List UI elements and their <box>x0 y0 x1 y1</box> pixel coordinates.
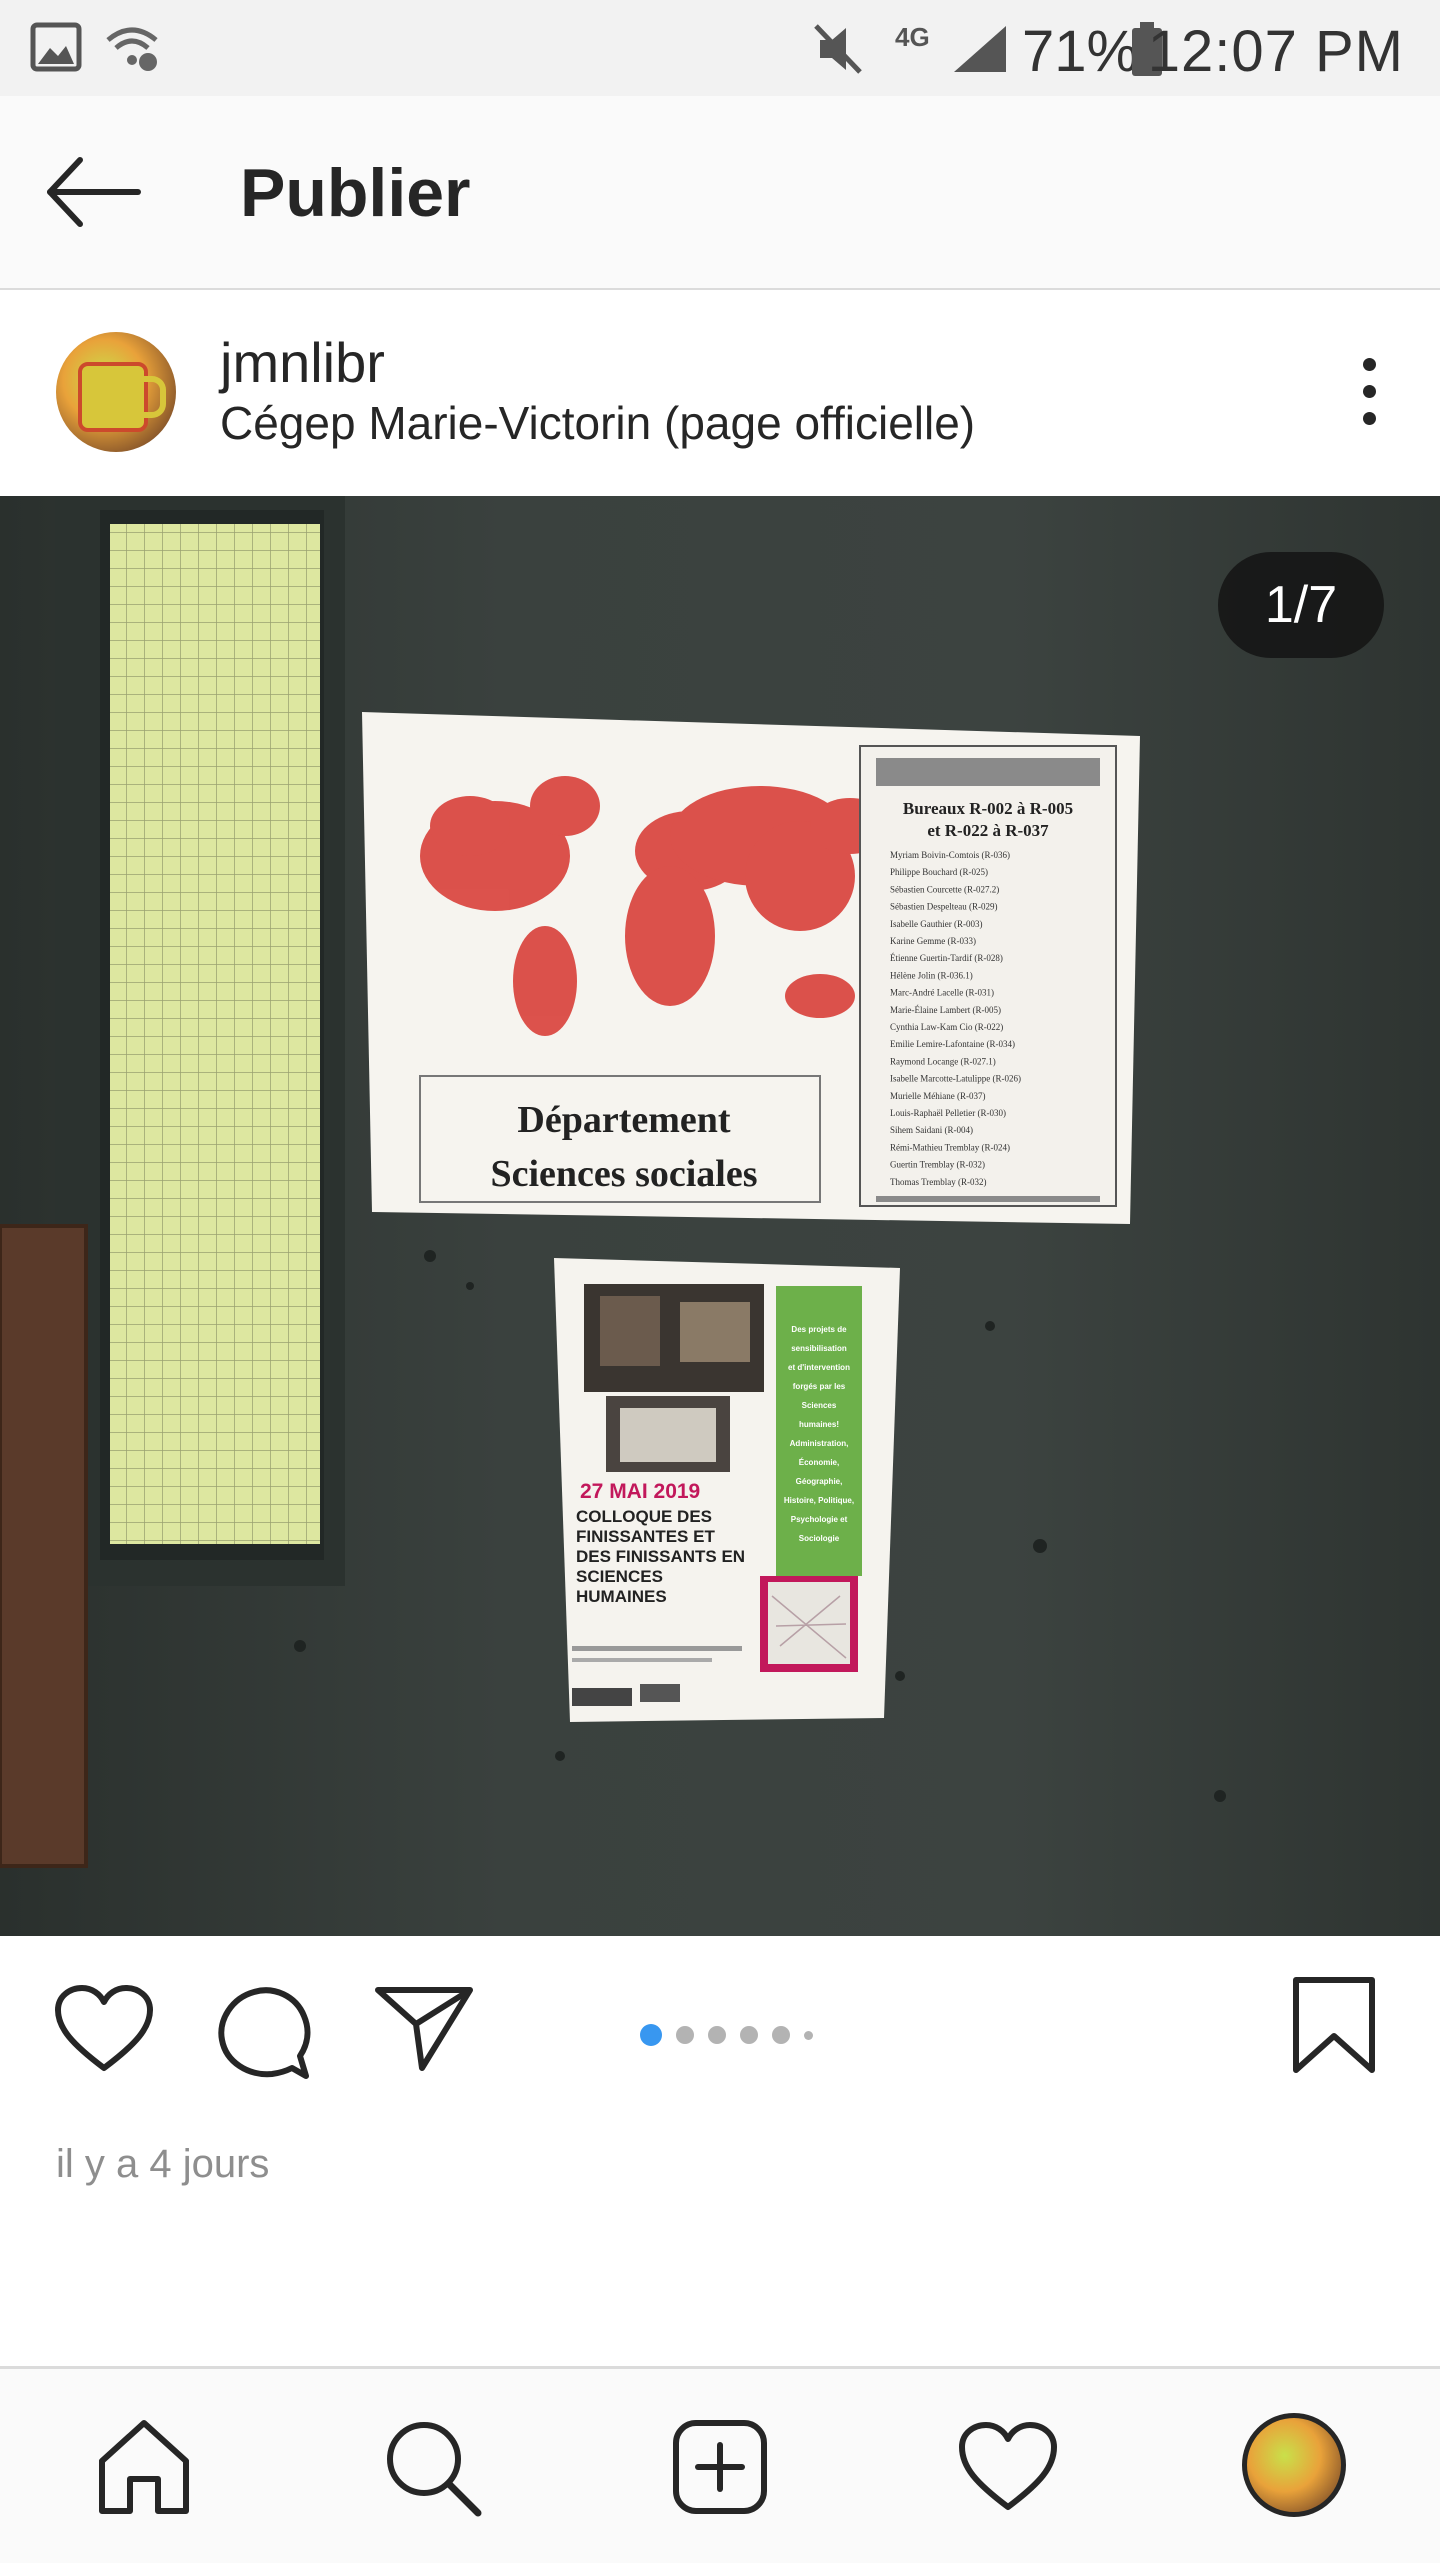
flyer-side-line: Histoire, Politique, <box>784 1496 854 1505</box>
flyer-side-line: Sociologie <box>799 1534 840 1543</box>
bookmark-icon[interactable] <box>1292 1976 1376 2076</box>
post-header: jmnlibr Cégep Marie-Victorin (page offic… <box>0 290 1440 494</box>
flyer-date: 27 MAI 2019 <box>580 1480 700 1503</box>
profile-tab-avatar[interactable] <box>1242 2413 1346 2517</box>
username[interactable]: jmnlibr <box>220 330 385 395</box>
post-actions <box>0 1936 1440 2116</box>
staff-entry: Sihem Saidani (R-004) <box>890 1125 973 1135</box>
door-plate <box>0 1226 86 1866</box>
flyer-side-line: forgés par les <box>793 1382 846 1391</box>
staff-entry: Karine Gemme (R-033) <box>890 936 976 946</box>
flyer-title-line: HUMAINES <box>576 1587 667 1606</box>
staff-entry: Murielle Méhiane (R-037) <box>890 1091 985 1101</box>
flyer-title-line: FINISSANTES ET <box>576 1527 715 1546</box>
staff-entry: Philippe Bouchard (R-025) <box>890 867 988 877</box>
staff-entry: Thomas Tremblay (R-032) <box>890 1177 987 1187</box>
status-time: 12:07 PM <box>1147 19 1404 84</box>
flyer-side-line: Psychologie et <box>791 1515 848 1524</box>
mute-icon <box>814 24 862 74</box>
flyer-side-line: humaines! <box>799 1420 839 1429</box>
staff-entry: Isabelle Gauthier (R-003) <box>890 919 982 929</box>
staff-entry: Hélène Jolin (R-036.1) <box>890 970 973 980</box>
wifi-question-icon <box>106 27 158 71</box>
app-header: Publier <box>0 96 1440 291</box>
search-icon[interactable] <box>380 2415 484 2519</box>
flyer-side-line: Administration, <box>790 1439 849 1448</box>
department-poster: Département Sciences sociales Bureaux R-… <box>362 712 1140 1224</box>
heart-icon[interactable] <box>54 1984 154 2074</box>
door-window <box>110 524 320 1544</box>
flyer-title-line: DES FINISSANTS EN <box>576 1547 745 1566</box>
send-icon[interactable] <box>374 1984 474 2074</box>
page-title: Publier <box>240 155 471 231</box>
staff-entry: Marie-Élaine Lambert (R-005) <box>890 1005 1001 1015</box>
photo-illustration: Département Sciences sociales Bureaux R-… <box>0 496 1226 1868</box>
staff-entry: Sébastien Courcette (R-027.2) <box>890 884 999 894</box>
poster-title-line2: Sciences sociales <box>490 1153 757 1195</box>
staff-entry: Marc-André Lacelle (R-031) <box>890 988 994 998</box>
flyer-side-line: Des projets de <box>791 1325 847 1334</box>
location[interactable]: Cégep Marie-Victorin (page officielle) <box>220 396 975 450</box>
activity-heart-icon[interactable] <box>956 2415 1060 2519</box>
more-vertical-icon[interactable] <box>1354 358 1384 438</box>
flyer-title-line: COLLOQUE DES <box>576 1507 712 1526</box>
office-heading-line2: et R-022 à R-037 <box>927 821 1049 840</box>
post-photo[interactable]: Département Sciences sociales Bureaux R-… <box>0 496 1440 1936</box>
post-timestamp: il y a 4 jours <box>56 2142 270 2186</box>
flyer-side-line: sensibilisation <box>791 1344 847 1353</box>
home-icon[interactable] <box>92 2415 196 2519</box>
staff-entry: Sébastien Despelteau (R-029) <box>890 902 997 912</box>
staff-entry: Raymond Locange (R-027.1) <box>890 1056 996 1066</box>
signal-icon <box>954 26 1006 72</box>
staff-entry: Isabelle Marcotte-Latulippe (R-026) <box>890 1074 1021 1084</box>
bottom-nav <box>0 2366 1440 2563</box>
flyer-side-line: Géographie, <box>796 1477 843 1486</box>
flyer-title-line: SCIENCES <box>576 1567 663 1586</box>
flyer-side-line: et d'intervention <box>788 1363 850 1372</box>
staff-entry: Myriam Boivin-Comtois (R-036) <box>890 850 1010 860</box>
staff-entry: Cynthia Law-Kam Cio (R-022) <box>890 1022 1003 1032</box>
carousel-dot-active <box>640 2024 662 2046</box>
staff-entry: Rémi-Mathieu Tremblay (R-024) <box>890 1142 1010 1152</box>
avatar[interactable] <box>56 332 176 452</box>
flyer-side-line: Sciences <box>802 1401 837 1410</box>
battery-percent: 71% <box>1022 19 1139 84</box>
poster-title-line1: Département <box>517 1099 730 1141</box>
staff-entry: Emilie Lemire-Lafontaine (R-034) <box>890 1039 1015 1049</box>
staff-entry: Étienne Guertin-Tardif (R-028) <box>890 953 1003 963</box>
back-arrow-icon[interactable] <box>44 152 144 232</box>
flyer-side-line: Économie, <box>799 1458 839 1467</box>
status-bar: 4G 71% 12:07 PM <box>0 0 1440 96</box>
office-heading-line1: Bureaux R-002 à R-005 <box>903 799 1073 818</box>
colloque-flyer: Des projets de sensibilisation et d'interv… <box>554 1258 900 1722</box>
staff-entry: Louis-Raphaël Pelletier (R-030) <box>890 1108 1006 1118</box>
comment-icon[interactable] <box>216 1984 312 2080</box>
carousel-counter: 1/7 <box>1218 552 1384 658</box>
carousel-dots <box>640 2024 827 2048</box>
gallery-icon <box>30 22 82 72</box>
add-post-icon[interactable] <box>668 2415 772 2519</box>
staff-entry: Guertin Tremblay (R-032) <box>890 1160 985 1170</box>
network-type: 4G <box>895 22 930 52</box>
